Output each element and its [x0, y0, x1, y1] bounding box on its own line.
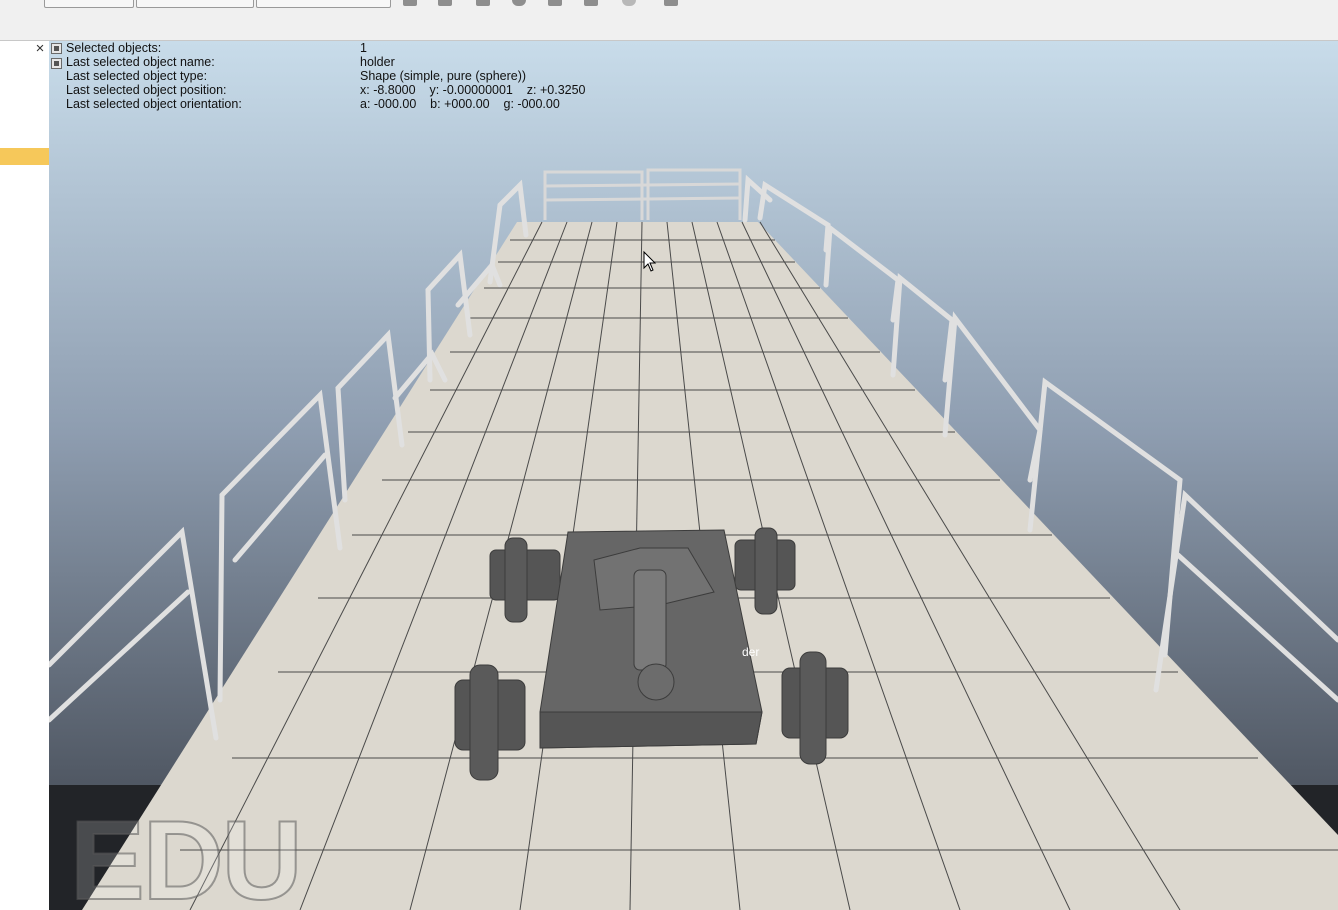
globe-icon[interactable]	[512, 0, 526, 6]
info-value: x: -8.8000 y: -0.00000001 z: +0.3250	[360, 83, 586, 97]
robot-arm	[633, 569, 667, 671]
selected-tree-item[interactable]	[0, 148, 49, 165]
camera-icon[interactable]	[548, 0, 562, 6]
play-icon[interactable]	[403, 0, 417, 6]
edu-watermark: EDU	[69, 797, 303, 910]
scene-viewport[interactable]: der EDU	[49, 41, 1338, 910]
info-label: Last selected object orientation:	[66, 97, 242, 111]
toolbar-dropdown-2[interactable]	[136, 0, 254, 8]
info-collapse-icon[interactable]	[51, 43, 62, 54]
toolbar-dropdown-3[interactable]	[256, 0, 391, 8]
info-value: a: -000.00 b: +000.00 g: -000.00	[360, 97, 560, 111]
select-icon[interactable]	[664, 0, 678, 6]
pause-icon[interactable]	[438, 0, 452, 6]
object-label: der	[742, 645, 760, 659]
left-panel	[0, 41, 50, 910]
info-toggle-icon[interactable]	[51, 58, 62, 69]
scene-render	[49, 41, 1338, 910]
info-label: Last selected object name:	[66, 55, 215, 69]
info-value: 1	[360, 41, 367, 55]
info-label: Selected objects:	[66, 41, 162, 55]
toolbar-dropdown-1[interactable]	[44, 0, 134, 8]
info-value: Shape (simple, pure (sphere))	[360, 69, 527, 83]
info-label: Last selected object position:	[66, 83, 227, 97]
info-value: holder	[360, 55, 395, 69]
close-icon[interactable]: ×	[33, 41, 47, 56]
stop-icon[interactable]	[476, 0, 490, 6]
rotate-icon[interactable]	[622, 0, 636, 6]
star-icon[interactable]	[584, 0, 598, 6]
toolbar	[0, 0, 1338, 41]
info-label: Last selected object type:	[66, 69, 208, 83]
